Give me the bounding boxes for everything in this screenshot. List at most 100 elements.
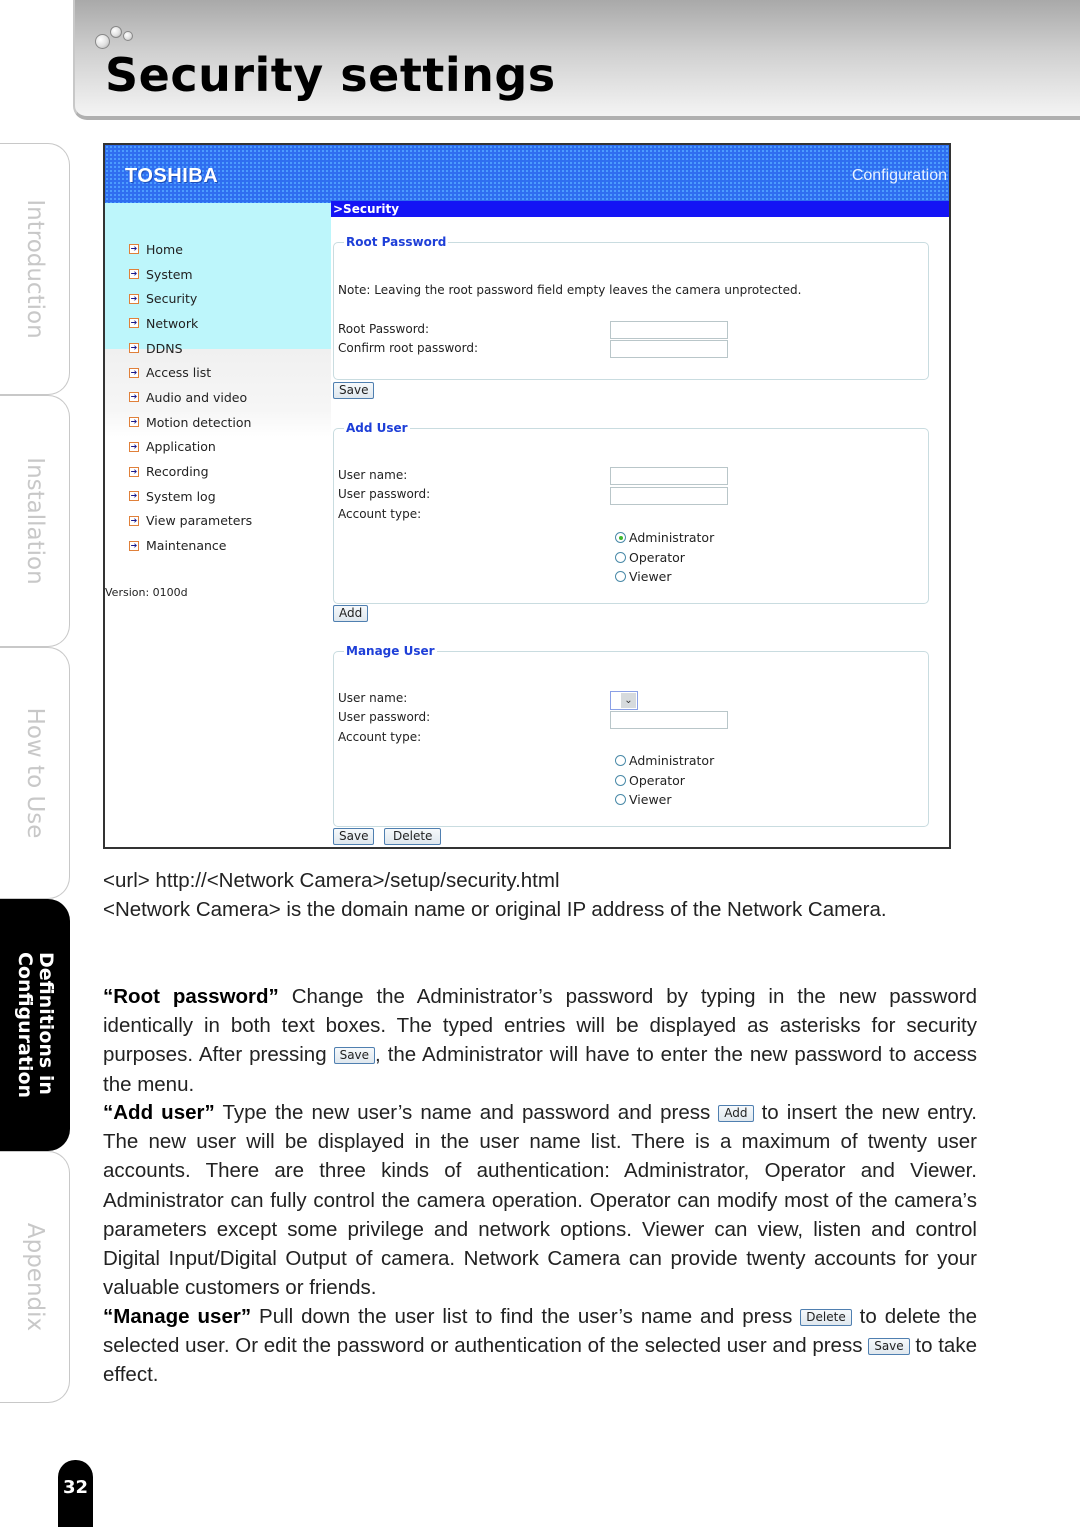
radio-label: Administrator [629,753,715,768]
nav-item-application[interactable]: ➔ Application [129,435,252,460]
nav-item-label: Home [146,241,183,257]
firmware-version: Version: 0100d [105,586,188,599]
manage-user-password-input[interactable] [610,711,728,729]
confirm-root-password-input[interactable] [610,340,728,358]
nav-item-view-parameters[interactable]: ➔ View parameters [129,509,252,534]
radio-label: Operator [629,550,685,565]
add-user-radio-viewer[interactable]: Viewer [615,569,672,584]
nav-item-audio-and-video[interactable]: ➔ Audio and video [129,385,252,410]
chevron-down-icon[interactable]: ⌄ [621,693,636,708]
arrow-right-icon: ➔ [129,244,139,255]
add-user-password-input[interactable] [610,487,728,505]
manage-user-fieldset: Manage User User name: ⌄ User password: … [333,644,929,827]
root-password-note: Note: Leaving the root password field em… [338,283,802,297]
bubbles-icon [95,26,145,50]
nav-item-label: Security [146,291,198,307]
title-banner: Security settings [73,0,1080,120]
config-header-title: Configuration [851,167,947,184]
add-user-legend: Add User [346,421,408,435]
arrow-right-icon: ➔ [129,515,139,526]
add-user-radio-operator[interactable]: Operator [615,550,685,565]
description-text: to insert the new entry. The new user wi… [103,1101,977,1300]
manage-user-delete-button[interactable]: Delete [384,828,442,845]
manage-user-account-type-label: Account type: [338,730,422,744]
manage-user-radio-viewer[interactable]: Viewer [615,792,672,807]
nav-item-recording[interactable]: ➔ Recording [129,459,252,484]
nav-item-label: View parameters [146,513,253,529]
nav-item-maintenance[interactable]: ➔ Maintenance [129,533,252,558]
add-user-button[interactable]: Add [333,605,369,622]
nav-item-security[interactable]: ➔ Security [129,286,252,311]
side-tab-label: Definitions in Configuration [14,952,57,1098]
arrow-right-icon: ➔ [129,343,139,354]
add-user-fieldset: Add User User name: User password: Accou… [333,421,929,604]
nav-item-label: Access list [146,365,212,381]
arrow-right-icon: ➔ [129,269,139,280]
manage-user-name-label: User name: [338,691,408,705]
nav-item-ddns[interactable]: ➔ DDNS [129,336,252,361]
radio-label: Operator [629,773,685,788]
root-password-term: “Root password” [103,985,279,1008]
inline-delete-button: Delete [800,1309,852,1326]
nav-item-access-list[interactable]: ➔ Access list [129,360,252,385]
arrow-right-icon: ➔ [129,318,139,329]
root-password-description: “Root password” Change the Administrator… [103,982,977,1099]
side-tab-introduction[interactable]: Introduction [0,143,70,395]
side-tab-appendix[interactable]: Appendix [0,1151,70,1403]
radio-label: Viewer [629,792,672,807]
url-line: <url> http://<Network Camera>/setup/secu… [103,869,560,892]
radio-icon[interactable] [615,775,626,786]
manage-user-term: “Manage user” [103,1305,252,1328]
add-user-name-input[interactable] [610,467,728,485]
root-password-fieldset: Root Password Note: Leaving the root pas… [333,235,929,380]
arrow-right-icon: ➔ [129,392,139,403]
nav-item-motion-detection[interactable]: ➔ Motion detection [129,410,252,435]
description-text: Type the new user’s name and password an… [214,1101,719,1124]
nav-item-label: Motion detection [146,414,252,430]
nav-item-label: Audio and video [146,389,248,405]
arrow-right-icon: ➔ [129,293,139,304]
side-tab-installation[interactable]: Installation [0,395,70,647]
radio-icon[interactable] [615,794,626,805]
radio-icon[interactable] [615,755,626,766]
radio-checked-icon[interactable] [615,532,626,543]
radio-label: Administrator [629,530,715,545]
add-user-account-type-label: Account type: [338,507,422,521]
side-tab-definitions-in-configuration[interactable]: Definitions in Configuration [0,899,70,1151]
nav-item-label: DDNS [146,340,183,356]
arrow-right-icon: ➔ [129,417,139,428]
arrow-right-icon: ➔ [129,540,139,551]
nav-item-label: System [146,266,193,282]
nav-item-label: Application [146,439,216,455]
nav-item-network[interactable]: ➔ Network [129,311,252,336]
root-password-label: Root Password: [338,322,430,336]
side-tab-how-to-use[interactable]: How to Use [0,647,70,899]
nav-item-label: System log [146,488,216,504]
root-password-input[interactable] [610,321,728,339]
manage-user-save-button[interactable]: Save [333,828,375,845]
description-text: Pull down the user list to find the user… [251,1305,801,1328]
side-tab-label: Introduction [21,199,48,339]
arrow-right-icon: ➔ [129,367,139,378]
confirm-root-password-label: Confirm root password: [338,341,478,355]
root-password-save-button[interactable]: Save [333,382,375,399]
manage-user-legend: Manage User [346,644,435,658]
add-user-password-label: User password: [338,487,431,501]
radio-icon[interactable] [615,571,626,582]
nav-item-home[interactable]: ➔ Home [129,237,252,262]
radio-label: Viewer [629,569,672,584]
arrow-right-icon: ➔ [129,441,139,452]
manage-user-radio-administrator[interactable]: Administrator [615,753,714,768]
nav-item-system-log[interactable]: ➔ System log [129,484,252,509]
manage-user-name-select[interactable]: ⌄ [610,691,638,710]
arrow-right-icon: ➔ [129,466,139,477]
nav-item-system[interactable]: ➔ System [129,262,252,287]
add-user-description: “Add user” Type the new user’s name and … [103,1098,977,1302]
manage-user-radio-operator[interactable]: Operator [615,773,685,788]
add-user-radio-administrator[interactable]: Administrator [615,530,714,545]
radio-icon[interactable] [615,552,626,563]
configuration-screenshot: TOSHIBA Configuration ➔ Home ➔ System ➔ Sec… [103,143,951,849]
nav-item-label: Maintenance [146,538,227,554]
manage-user-password-label: User password: [338,710,431,724]
nav-item-label: Recording [146,464,209,480]
